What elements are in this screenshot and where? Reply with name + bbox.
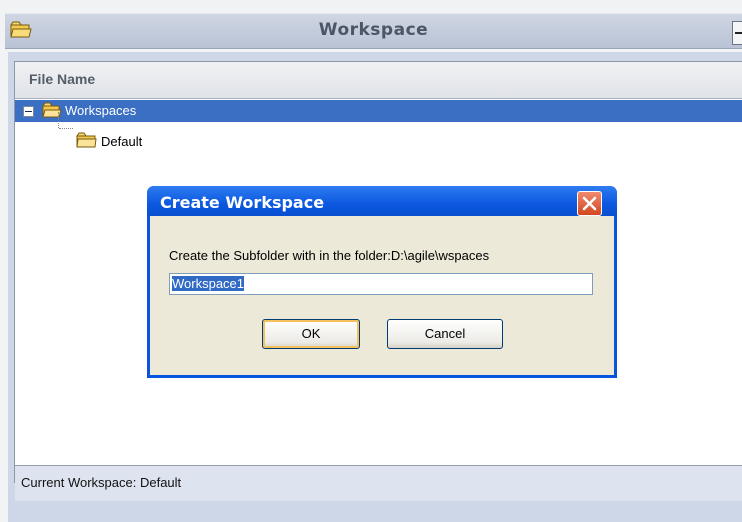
column-header-file-name[interactable]: File Name	[15, 62, 742, 99]
status-text: Current Workspace: Default	[21, 475, 182, 490]
dialog-titlebar[interactable]: Create Workspace	[147, 186, 617, 216]
dialog-body: Create the Subfolder with in the folder:…	[150, 216, 614, 375]
column-header-label: File Name	[29, 71, 96, 87]
workspace-name-input[interactable]: Workspace1	[169, 273, 593, 295]
tree-item-label: Workspaces	[65, 103, 137, 118]
close-icon	[582, 196, 597, 211]
window-title: Workspace	[318, 20, 429, 40]
tree-connector	[58, 112, 59, 128]
dialog-title: Create Workspace	[160, 193, 325, 212]
ok-button[interactable]: OK	[262, 319, 360, 349]
close-button[interactable]	[577, 191, 602, 216]
folder-icon	[76, 132, 98, 154]
input-selected-text: Workspace1	[172, 276, 245, 291]
collapse-icon[interactable]	[23, 106, 34, 117]
create-workspace-dialog: Create Workspace Create the Subfolder wi…	[147, 186, 617, 378]
dialog-message: Create the Subfolder with in the folder:…	[169, 248, 490, 263]
workspace-titlebar: Workspace	[5, 13, 742, 49]
folder-open-icon	[42, 102, 62, 124]
tree-connector	[59, 128, 73, 129]
status-bar: Current Workspace: Default	[15, 465, 742, 501]
tree-item-workspaces[interactable]: Workspaces	[15, 100, 742, 122]
tree-item-label: Default	[101, 134, 143, 149]
cancel-button[interactable]: Cancel	[387, 319, 503, 349]
minimize-icon[interactable]	[732, 21, 742, 45]
